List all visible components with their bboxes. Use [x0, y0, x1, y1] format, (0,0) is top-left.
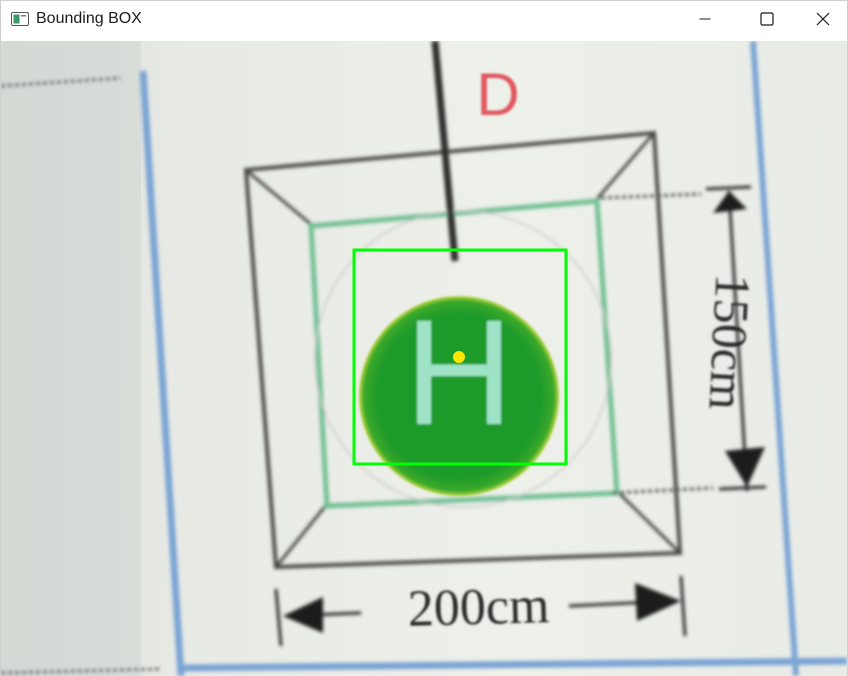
app-icon: [11, 12, 29, 26]
center-dot: [453, 351, 465, 363]
maximize-button[interactable]: [736, 1, 798, 41]
window-title: Bounding BOX: [36, 10, 142, 27]
helipad-letter: H: [405, 288, 513, 456]
left-shadow: [1, 41, 141, 676]
camera-frame: D 200cm 150cm H: [1, 41, 847, 676]
title-bar[interactable]: Bounding BOX: [1, 1, 847, 41]
minimize-icon: [699, 12, 711, 30]
application-window: Bounding BOX D 200cm 150cm H: [0, 0, 848, 676]
width-dimension-label: 200cm: [407, 577, 550, 638]
close-icon: [816, 12, 830, 31]
camera-image: D 200cm 150cm H: [1, 41, 847, 676]
direction-letter: D: [476, 61, 519, 128]
minimize-button[interactable]: [674, 1, 736, 41]
height-cap-bottom: [718, 485, 767, 491]
height-cap-top: [705, 185, 752, 191]
maximize-icon: [760, 11, 774, 31]
height-dimension-label: 150cm: [698, 272, 761, 411]
close-button[interactable]: [798, 1, 847, 41]
